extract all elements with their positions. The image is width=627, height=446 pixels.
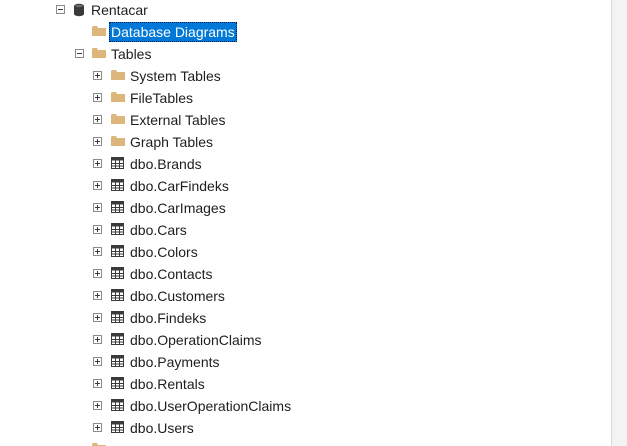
folder-icon — [111, 135, 125, 149]
folder-icon — [111, 113, 125, 127]
table-icon — [111, 399, 125, 413]
node-label: dbo.CarImages — [130, 200, 226, 216]
table-icon — [111, 355, 125, 369]
tree-node-system-tables[interactable]: System Tables — [0, 66, 610, 88]
folder-icon — [92, 25, 106, 39]
node-label: dbo.Findeks — [130, 310, 207, 326]
expand-toggle[interactable] — [93, 71, 102, 80]
tree-node-table[interactable]: dbo.OperationClaims — [0, 330, 610, 352]
expand-toggle[interactable] — [93, 335, 102, 344]
table-icon — [111, 333, 125, 347]
node-label: dbo.Customers — [130, 288, 225, 304]
expand-toggle[interactable] — [93, 225, 102, 234]
vertical-scrollbar[interactable] — [611, 0, 627, 446]
node-label: dbo.Colors — [130, 244, 198, 260]
node-label: dbo.Users — [130, 420, 194, 436]
tree-node-rentacar[interactable]: Rentacar — [0, 0, 610, 22]
table-icon — [111, 223, 125, 237]
node-label: dbo.Brands — [130, 156, 202, 172]
node-label: dbo.CarFindeks — [130, 178, 229, 194]
node-label: External Tables — [130, 112, 226, 128]
tree-node-table[interactable]: dbo.Customers — [0, 286, 610, 308]
table-icon — [111, 245, 125, 259]
tree-node-table[interactable]: dbo.Colors — [0, 242, 610, 264]
folder-icon — [92, 442, 106, 446]
tree-node-graph-tables[interactable]: Graph Tables — [0, 132, 610, 154]
node-label: dbo.OperationClaims — [130, 332, 262, 348]
tree-node-table[interactable]: dbo.CarImages — [0, 198, 610, 220]
table-icon — [111, 311, 125, 325]
collapse-toggle[interactable] — [56, 5, 65, 14]
node-label: System Tables — [130, 68, 221, 84]
node-label: dbo.Contacts — [130, 266, 213, 282]
tree-node-table[interactable]: dbo.Brands — [0, 154, 610, 176]
tree-node-table[interactable]: dbo.Findeks — [0, 308, 610, 330]
tree-node-table[interactable]: dbo.Cars — [0, 220, 610, 242]
node-label: Tables — [111, 46, 152, 62]
tree-node-external-tables[interactable]: External Tables — [0, 110, 610, 132]
expand-toggle[interactable] — [93, 93, 102, 102]
object-explorer-tree: Rentacar Database Diagrams Tables System… — [0, 0, 627, 446]
folder-icon — [111, 91, 125, 105]
node-label: dbo.Payments — [130, 354, 220, 370]
tree-node-table[interactable]: dbo.Rentals — [0, 374, 610, 396]
expand-toggle[interactable] — [93, 313, 102, 322]
node-label: dbo.Cars — [130, 222, 187, 238]
tree-node-tables[interactable]: Tables — [0, 44, 610, 66]
tree-node-database-diagrams[interactable]: Database Diagrams — [0, 22, 610, 44]
expand-toggle[interactable] — [93, 357, 102, 366]
expand-toggle[interactable] — [93, 203, 102, 212]
node-label: Graph Tables — [130, 134, 214, 150]
table-icon — [111, 157, 125, 171]
tree-node-table[interactable]: dbo.Contacts — [0, 264, 610, 286]
expand-toggle[interactable] — [93, 379, 102, 388]
table-icon — [111, 421, 125, 435]
tree-node-table[interactable]: dbo.Payments — [0, 352, 610, 374]
expand-toggle[interactable] — [93, 181, 102, 190]
expand-toggle[interactable] — [93, 159, 102, 168]
tree-node-table[interactable]: dbo.UserOperationClaims — [0, 396, 610, 418]
tree-node-filetables[interactable]: FileTables — [0, 88, 610, 110]
node-label: FileTables — [130, 90, 194, 106]
expand-toggle[interactable] — [93, 291, 102, 300]
node-label: Rentacar — [91, 2, 148, 18]
database-icon — [73, 3, 87, 17]
node-label: dbo.UserOperationClaims — [130, 398, 292, 414]
table-icon — [111, 201, 125, 215]
collapse-toggle[interactable] — [75, 49, 84, 58]
node-label: dbo.Rentals — [130, 376, 205, 392]
table-icon — [111, 289, 125, 303]
tree-node-table[interactable]: dbo.Users — [0, 418, 610, 440]
table-icon — [111, 377, 125, 391]
folder-icon — [92, 47, 106, 61]
expand-toggle[interactable] — [93, 423, 102, 432]
folder-icon — [111, 69, 125, 83]
expand-toggle[interactable] — [93, 247, 102, 256]
node-label: Database Diagrams — [109, 22, 237, 42]
tree-node-table[interactable]: dbo.CarFindeks — [0, 176, 610, 198]
table-icon — [111, 267, 125, 281]
expand-toggle[interactable] — [93, 269, 102, 278]
expand-toggle[interactable] — [93, 137, 102, 146]
expand-toggle[interactable] — [93, 115, 102, 124]
table-icon — [111, 179, 125, 193]
expand-toggle[interactable] — [93, 401, 102, 410]
tree-node-partial — [0, 440, 610, 446]
